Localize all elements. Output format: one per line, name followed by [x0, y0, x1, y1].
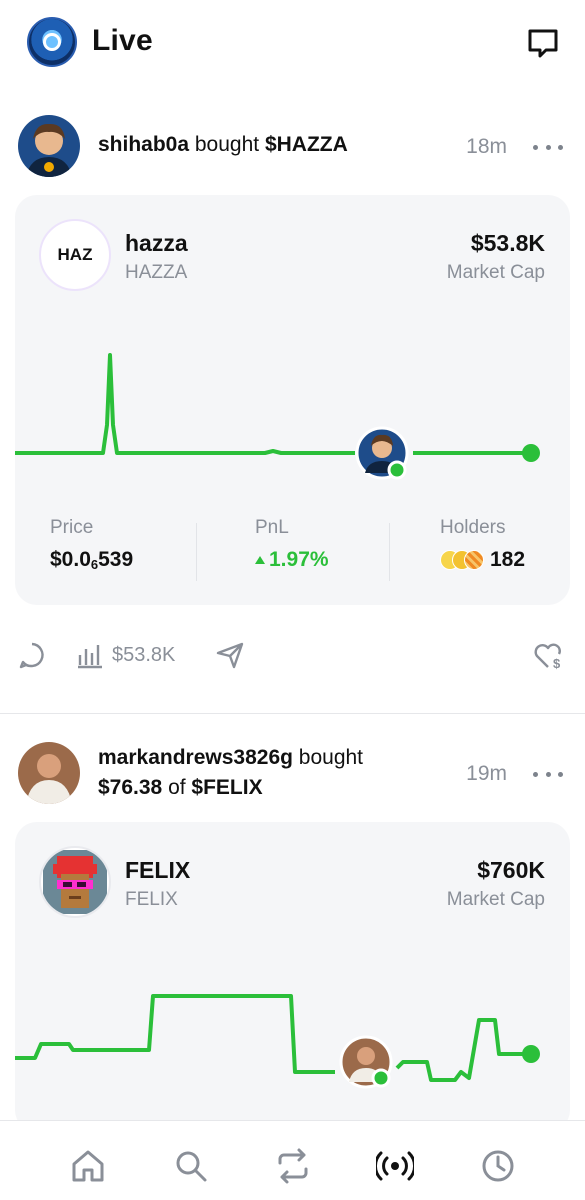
trade-marker-avatar: [339, 1035, 393, 1089]
trade-marker-avatar: [355, 426, 409, 480]
more-options-button[interactable]: [533, 142, 563, 152]
current-price-dot: [522, 1045, 540, 1063]
action-text: bought: [292, 746, 364, 769]
volume-button[interactable]: $53.8K: [76, 641, 175, 669]
token-card[interactable]: FELIX FELIX $760K Market Cap: [15, 822, 570, 1132]
felix-logo-icon: [43, 850, 107, 914]
pnl-value: 1.97%: [255, 548, 329, 572]
history-icon[interactable]: [479, 1147, 517, 1185]
bottom-nav: [0, 1120, 585, 1200]
comment-icon: [19, 642, 44, 669]
market-cap-label: Market Cap: [446, 262, 545, 283]
arrow-up-icon: [255, 556, 265, 564]
trade-amount: $76.38: [98, 776, 163, 799]
message-icon[interactable]: [526, 26, 560, 60]
market-cap-value: $760K: [477, 857, 545, 883]
price-value: $0.0 6 539: [50, 548, 134, 572]
token-symbol[interactable]: $HAZZA: [265, 133, 348, 156]
price-chart: [15, 353, 540, 480]
holders-stat: Holders 182: [440, 517, 525, 581]
token-name: hazza: [125, 230, 188, 256]
post-time: 19m: [466, 762, 507, 785]
app-avatar[interactable]: [27, 17, 77, 67]
token-ticker: FELIX: [125, 889, 178, 910]
user-avatar[interactable]: [18, 742, 80, 804]
holder-coins-icon: [440, 550, 484, 570]
token-symbol[interactable]: $FELIX: [191, 776, 262, 799]
current-price-dot: [522, 444, 540, 462]
share-button[interactable]: [215, 641, 245, 669]
price-label: Price: [50, 517, 94, 538]
home-icon[interactable]: [69, 1147, 107, 1185]
page-title: Live: [92, 24, 153, 57]
post-title: markandrews3826g bought: [98, 746, 363, 770]
send-icon: [216, 642, 244, 669]
token-logo: HAZ: [39, 219, 111, 291]
post-title: shihab0a bought $HAZZA: [98, 133, 348, 157]
heart-dollar-icon: $: [534, 643, 561, 671]
swap-icon[interactable]: [274, 1147, 312, 1185]
action-text: bought: [189, 133, 265, 156]
market-cap-value: $53.8K: [470, 230, 545, 256]
holders-label: Holders: [440, 517, 506, 538]
post-divider: [0, 713, 585, 714]
post-time: 18m: [466, 135, 507, 158]
post-amount-line: $76.38 of $FELIX: [98, 776, 263, 799]
user-avatar[interactable]: [18, 115, 80, 177]
search-icon[interactable]: [172, 1147, 210, 1185]
post-header: shihab0a bought $HAZZA 18m: [0, 115, 585, 185]
username[interactable]: shihab0a: [98, 133, 189, 156]
comment-button[interactable]: [18, 641, 46, 669]
price-chart: [15, 994, 540, 1089]
top-bar: Live: [0, 0, 585, 90]
token-stats: Price $0.0 6 539 PnL 1.97% Holders 182: [15, 517, 570, 587]
username[interactable]: markandrews3826g: [98, 746, 293, 769]
feed-post: markandrews3826g bought $76.38 of $FELIX…: [0, 742, 585, 1132]
volume-value: $53.8K: [112, 643, 176, 666]
price-stat: Price $0.0 6 539: [50, 517, 133, 581]
live-icon[interactable]: [376, 1147, 414, 1185]
post-header: markandrews3826g bought $76.38 of $FELIX…: [0, 742, 585, 812]
bar-chart-icon: [78, 645, 102, 669]
market-cap-label: Market Cap: [446, 889, 545, 910]
feed-post: shihab0a bought $HAZZA 18m HAZ hazza HAZ…: [0, 115, 585, 671]
more-options-button[interactable]: [533, 769, 563, 779]
pnl-stat: PnL 1.97%: [255, 517, 329, 581]
token-card[interactable]: HAZ hazza HAZZA $53.8K Market Cap Price …: [15, 195, 570, 605]
token-logo: [39, 846, 111, 918]
token-name: FELIX: [125, 857, 191, 883]
post-actions: $53.8K $: [0, 637, 585, 677]
tip-button[interactable]: $: [532, 641, 566, 671]
pnl-label: PnL: [255, 517, 289, 538]
svg-text:$: $: [553, 656, 561, 671]
holders-value: 182: [440, 548, 525, 572]
token-ticker: HAZZA: [125, 262, 188, 283]
